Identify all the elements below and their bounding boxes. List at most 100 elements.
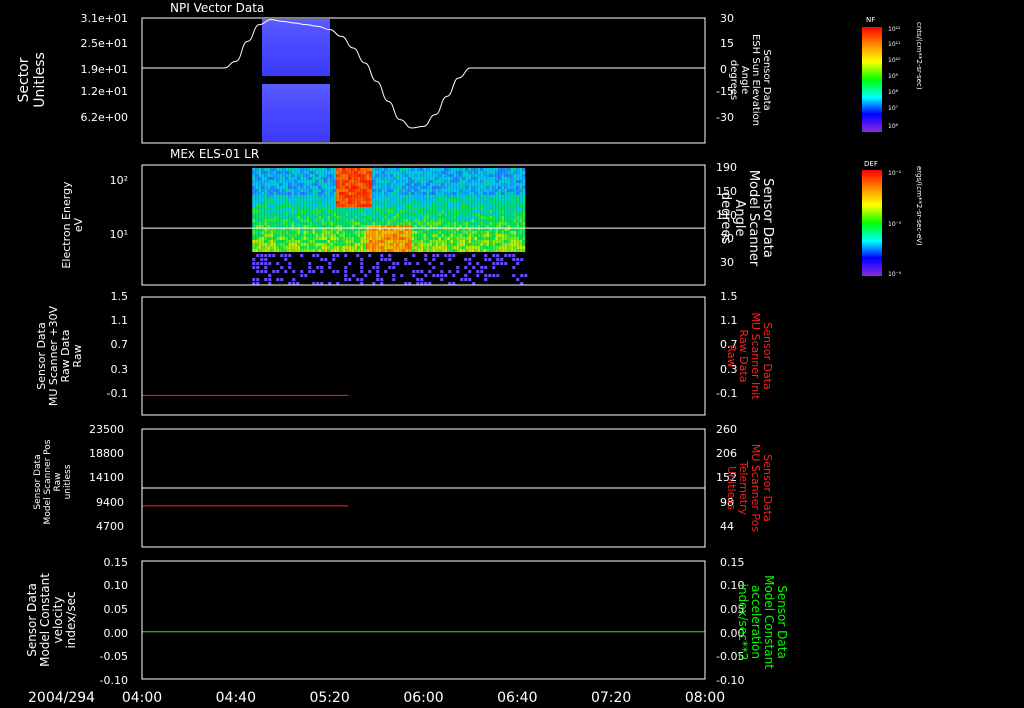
spectrogram-cell — [396, 249, 400, 252]
spectrogram-cell — [375, 213, 379, 216]
spectrogram-speckle — [376, 262, 380, 265]
spectrogram-cell — [357, 171, 361, 174]
spectrogram-cell — [462, 168, 466, 171]
spectrogram-cell — [342, 168, 346, 171]
spectrogram-speckle — [368, 254, 372, 257]
spectrogram-cell — [495, 192, 499, 195]
spectrogram-cell — [270, 237, 274, 240]
spectrogram-cell — [258, 198, 262, 201]
spectrogram-cell — [336, 189, 340, 192]
spectrogram-cell — [255, 192, 259, 195]
spectrogram-cell — [327, 183, 331, 186]
spectrogram-cell — [390, 249, 394, 252]
spectrogram-cell — [423, 222, 427, 225]
spectrogram-cell — [399, 177, 403, 180]
spectrogram-cell — [372, 222, 376, 225]
spectrogram-cell — [270, 189, 274, 192]
spectrogram-cell — [255, 198, 259, 201]
spectrogram-cell — [351, 225, 355, 228]
spectrogram-cell — [453, 240, 457, 243]
spectrogram-cell — [282, 210, 286, 213]
spectrogram-cell — [492, 177, 496, 180]
spectrogram-cell — [522, 198, 526, 201]
spectrogram-speckle — [308, 270, 312, 273]
spectrogram-cell — [486, 243, 490, 246]
spectrogram-cell — [315, 213, 319, 216]
spectrogram-cell — [318, 201, 322, 204]
spectrogram-cell — [444, 240, 448, 243]
spectrogram-cell — [489, 186, 493, 189]
spectrogram-cell — [408, 240, 412, 243]
p5-right-tick: -0.10 — [716, 674, 744, 687]
spectrogram-cell — [303, 198, 307, 201]
spectrogram-cell — [315, 180, 319, 183]
spectrogram-cell — [264, 216, 268, 219]
spectrogram-cell — [318, 189, 322, 192]
spectrogram-cell — [408, 171, 412, 174]
spectrogram-cell — [285, 183, 289, 186]
spectrogram-cell — [363, 219, 367, 222]
spectrogram-cell — [393, 237, 397, 240]
time-tick-label: 07:20 — [591, 690, 631, 706]
spectrogram-cell — [510, 174, 514, 177]
spectrogram-cell — [510, 204, 514, 207]
spectrogram-cell — [354, 204, 358, 207]
spectrogram-cell — [264, 219, 268, 222]
spectrogram-cell — [498, 216, 502, 219]
spectrogram-cell — [261, 243, 265, 246]
spectrogram-cell — [405, 213, 409, 216]
spectrogram-cell — [375, 207, 379, 210]
spectrogram-cell — [255, 204, 259, 207]
p2-left-tick: 10¹ — [110, 228, 128, 241]
p5-right-tick: 0.15 — [720, 556, 745, 569]
spectrogram-cell — [378, 243, 382, 246]
spectrogram-cell — [414, 246, 418, 249]
p4-left-tick: 4700 — [96, 520, 124, 533]
spectrogram-cell — [372, 201, 376, 204]
spectrogram-cell — [402, 177, 406, 180]
spectrogram-cell — [492, 249, 496, 252]
spectrogram-cell — [300, 234, 304, 237]
spectrogram-cell — [453, 234, 457, 237]
spectrogram-cell — [357, 249, 361, 252]
spectrogram-cell — [417, 225, 421, 228]
spectrogram-cell — [276, 198, 280, 201]
spectrogram-cell — [432, 216, 436, 219]
spectrogram-cell — [486, 171, 490, 174]
spectrogram-cell — [375, 237, 379, 240]
spectrogram-cell — [420, 216, 424, 219]
spectrogram-cell — [468, 222, 472, 225]
spectrogram-cell — [339, 180, 343, 183]
spectrogram-speckle — [468, 258, 472, 261]
spectrogram-cell — [285, 246, 289, 249]
spectrogram-cell — [318, 168, 322, 171]
spectrogram-cell — [393, 246, 397, 249]
spectrogram-cell — [423, 189, 427, 192]
spectrogram-cell — [468, 210, 472, 213]
spectrogram-cell — [315, 243, 319, 246]
spectrogram-cell — [495, 231, 499, 234]
spectrogram-cell — [261, 237, 265, 240]
spectrogram-cell — [303, 171, 307, 174]
spectrogram-cell — [357, 213, 361, 216]
spectrogram-cell — [324, 213, 328, 216]
spectrogram-cell — [366, 195, 370, 198]
spectrogram-cell — [432, 213, 436, 216]
spectrogram-cell — [423, 180, 427, 183]
spectrogram-cell — [507, 237, 511, 240]
spectrogram-cell — [318, 207, 322, 210]
spectrogram-cell — [309, 243, 313, 246]
spectrogram-cell — [519, 234, 523, 237]
spectrogram-cell — [471, 225, 475, 228]
spectrogram-cell — [492, 237, 496, 240]
spectrogram-cell — [390, 201, 394, 204]
spectrogram-cell — [510, 198, 514, 201]
spectrogram-cell — [300, 219, 304, 222]
spectrogram-cell — [423, 243, 427, 246]
spectrogram-speckle — [264, 262, 268, 265]
spectrogram-cell — [357, 180, 361, 183]
spectrogram-cell — [414, 201, 418, 204]
spectrogram-cell — [354, 198, 358, 201]
spectrogram-cell — [294, 177, 298, 180]
spectrogram-cell — [333, 177, 337, 180]
